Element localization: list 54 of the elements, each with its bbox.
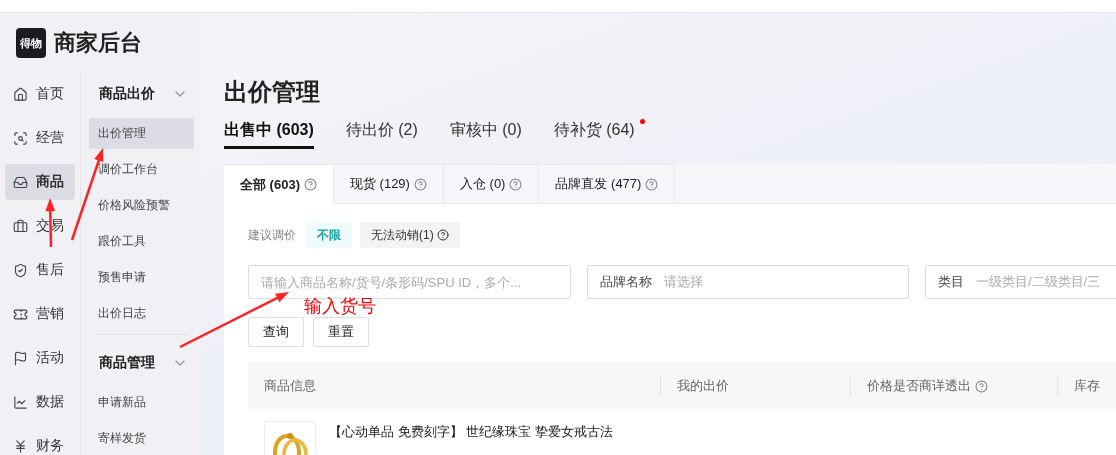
- flag-icon: [13, 350, 28, 366]
- inbox-icon: [13, 174, 28, 190]
- status-tab[interactable]: 出售中 (603): [224, 120, 314, 149]
- column-header: 价格是否商详透出: [850, 375, 1057, 397]
- yen-icon: [13, 438, 28, 454]
- nav-item[interactable]: 活动: [5, 340, 75, 376]
- help-icon[interactable]: [645, 177, 659, 191]
- submenu-item[interactable]: 预售申请: [89, 262, 194, 293]
- nav-item[interactable]: 售后: [5, 252, 75, 288]
- submenu-item[interactable]: 跟价工具: [89, 226, 194, 257]
- submenu-item[interactable]: 申请新品: [89, 387, 194, 418]
- briefcase-icon: [13, 218, 28, 234]
- nav-item[interactable]: 财务: [5, 428, 75, 455]
- logo-badge: 得物: [16, 28, 46, 58]
- sub-tab[interactable]: 品牌直发 (477): [539, 164, 676, 203]
- help-icon[interactable]: [436, 229, 449, 241]
- column-header: 商品信息: [263, 377, 317, 395]
- home-icon: [13, 86, 28, 102]
- ticket-icon: [13, 306, 28, 322]
- logo-title: 商家后台: [54, 29, 142, 57]
- query-button[interactable]: 查询: [248, 317, 304, 347]
- sub-tab[interactable]: 入仓 (0): [443, 164, 540, 203]
- filter-label: 建议调价: [248, 226, 296, 244]
- column-header: 库存: [1057, 375, 1116, 397]
- chart-icon: [13, 394, 28, 410]
- help-icon[interactable]: [413, 177, 427, 191]
- filter-option[interactable]: 无法动销(1): [360, 222, 460, 248]
- query-button[interactable]: 重置: [313, 317, 369, 347]
- status-tab[interactable]: 审核中 (0): [449, 120, 522, 149]
- nav-item[interactable]: 经营: [5, 120, 75, 156]
- column-header: 我的出价: [660, 375, 850, 397]
- menu-group-title: 商品出价: [99, 85, 155, 103]
- nav-item[interactable]: 营销: [5, 296, 75, 332]
- nav-item[interactable]: 数据: [5, 384, 75, 420]
- page-title: 出价管理: [224, 77, 321, 107]
- submenu-item[interactable]: 出价管理: [89, 118, 194, 149]
- sub-tab[interactable]: 现货 (129): [333, 164, 444, 203]
- help-icon[interactable]: [303, 178, 317, 191]
- submenu-item[interactable]: 调价工作台: [89, 154, 194, 185]
- submenu-item[interactable]: 出价日志: [89, 298, 194, 329]
- shield-icon: [13, 262, 28, 278]
- select-field[interactable]: 品牌名称 请选择: [587, 265, 909, 299]
- submenu-item[interactable]: 价格风险预警: [89, 190, 194, 221]
- help-icon[interactable]: [509, 177, 523, 191]
- sub-tab[interactable]: 全部 (603): [224, 164, 334, 204]
- nav-item[interactable]: 商品: [5, 164, 75, 200]
- status-tab[interactable]: 待出价 (2): [345, 120, 418, 149]
- nav-item[interactable]: 首页: [5, 76, 75, 112]
- help-icon[interactable]: [975, 379, 988, 393]
- menu-group-title: 商品管理: [99, 354, 155, 372]
- status-tab[interactable]: 待补货 (64): [553, 120, 635, 149]
- product-title: 【心动单品 免费刻字】 世纪缘珠宝 挚爱女戒古法: [329, 423, 614, 441]
- scan-icon: [13, 130, 28, 146]
- submenu-item[interactable]: 寄样发货: [89, 423, 194, 454]
